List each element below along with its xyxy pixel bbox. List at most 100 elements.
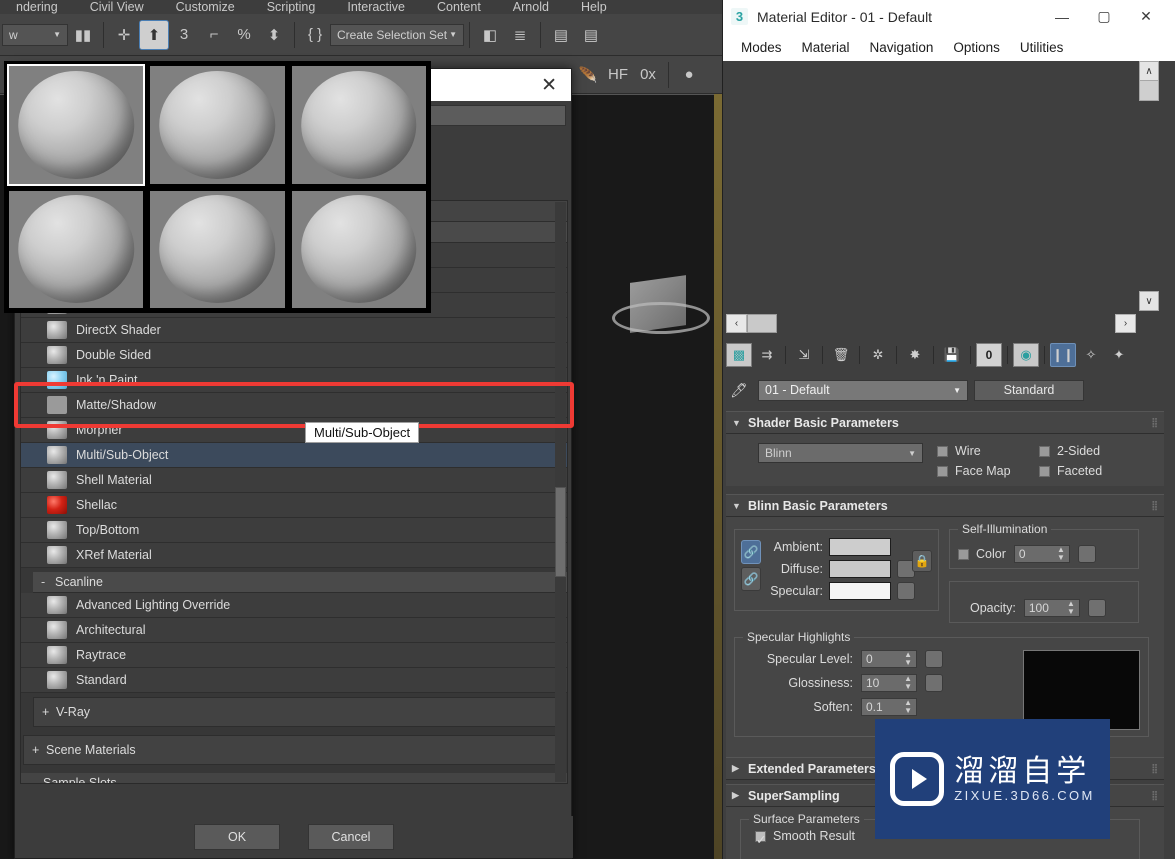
layer-manager-icon[interactable]: ▤ — [546, 20, 576, 50]
menu-item-customize[interactable]: Customize — [160, 1, 251, 14]
link-ambient-diffuse-icon[interactable]: 🔗 — [741, 540, 761, 564]
blinn-basic-parameters-header[interactable]: ▼ Blinn Basic Parameters ⣿ — [726, 494, 1164, 517]
scroll-down-icon[interactable]: ∨ — [1139, 291, 1159, 311]
group-header-sample-slots[interactable]: - Sample Slots — [21, 773, 567, 783]
menu-item-civil-view[interactable]: Civil View — [74, 1, 160, 14]
list-item[interactable]: Shell Material — [21, 468, 567, 493]
make-unique-icon[interactable]: ✸ — [902, 343, 928, 367]
group-header-vray[interactable]: + V-Ray — [33, 697, 563, 727]
specular-color-swatch[interactable] — [829, 582, 891, 600]
hscroll-thumb[interactable] — [747, 314, 777, 333]
browser-scrollbar[interactable] — [555, 202, 566, 782]
minimize-icon[interactable]: — — [1041, 1, 1083, 32]
align-icon[interactable]: ≣ — [505, 20, 535, 50]
spinner-arrows-icon[interactable]: ▲ ▼ — [904, 651, 912, 667]
list-item[interactable]: Ink 'n Paint — [21, 368, 567, 393]
list-item-multi-sub-object[interactable]: Multi/Sub-Object — [21, 443, 567, 468]
list-item[interactable]: Double Sided — [21, 343, 567, 368]
list-item[interactable]: Standard — [21, 668, 567, 693]
move-icon[interactable]: ✛ — [109, 20, 139, 50]
me-menu-navigation[interactable]: Navigation — [860, 40, 944, 55]
list-item[interactable]: Architectural — [21, 618, 567, 643]
checkbox-faceted[interactable]: Faceted — [1039, 464, 1129, 478]
put-to-library-icon[interactable]: 💾 — [939, 343, 965, 367]
link-diffuse-specular-icon[interactable]: 🔗 — [741, 567, 761, 591]
self-illum-spinner[interactable]: 0 ▲ ▼ — [1013, 545, 1070, 563]
checkbox-face-map[interactable]: Face Map — [937, 464, 1027, 478]
rollout-grip[interactable]: ⣿ — [1151, 790, 1159, 801]
angle-snap-icon[interactable]: 3 — [169, 20, 199, 50]
group-header-scanline[interactable]: - Scanline — [33, 572, 567, 593]
sample-slot-5[interactable] — [148, 188, 287, 310]
go-forward-to-sibling-icon[interactable]: ✦ — [1106, 343, 1132, 367]
scroll-left-icon[interactable]: ‹ — [726, 314, 747, 333]
material-effects-channel-icon[interactable]: 0 — [976, 343, 1002, 367]
me-menu-options[interactable]: Options — [943, 40, 1010, 55]
rollout-grip[interactable]: ⣿ — [1151, 500, 1159, 511]
scene-explorer-icon[interactable]: ▤ — [576, 20, 606, 50]
self-illum-map-button[interactable] — [1077, 545, 1096, 563]
reset-map-icon[interactable]: 🗑 — [828, 343, 854, 367]
sample-slot-4[interactable] — [7, 188, 146, 310]
sample-slot-6[interactable] — [289, 188, 428, 310]
opacity-map-button[interactable] — [1087, 598, 1106, 617]
spinner-arrows-icon[interactable]: ▲ ▼ — [1067, 599, 1075, 616]
spinner-arrows-icon[interactable]: ▲ ▼ — [1057, 546, 1065, 562]
sample-slot-2[interactable] — [148, 64, 287, 186]
soften-spinner[interactable]: 0.1 ▲ ▼ — [861, 698, 917, 716]
specular-level-spinner[interactable]: 0 ▲ ▼ — [861, 650, 917, 668]
menu-item-arnold[interactable]: Arnold — [497, 1, 565, 14]
me-menu-utilities[interactable]: Utilities — [1010, 40, 1074, 55]
maximize-icon[interactable]: ▢ — [1083, 1, 1125, 32]
make-material-copy-icon[interactable]: ✲ — [865, 343, 891, 367]
material-name-combo[interactable]: 01 - Default ▼ — [758, 379, 968, 401]
named-selection-icon[interactable]: ⬍ — [259, 20, 289, 50]
spinner-arrows-icon[interactable]: ▲ ▼ — [904, 699, 912, 715]
cancel-button[interactable]: Cancel — [308, 824, 394, 850]
close-icon[interactable]: ✕ — [537, 76, 561, 95]
get-material-icon[interactable]: ▩ — [726, 343, 752, 367]
glossiness-spinner[interactable]: 10 ▲ ▼ — [861, 674, 917, 692]
list-item[interactable]: Raytrace — [21, 643, 567, 668]
menu-item-content[interactable]: Content — [421, 1, 497, 14]
list-item[interactable]: Matte/Shadow — [21, 393, 567, 418]
ambient-color-swatch[interactable] — [829, 538, 891, 556]
hscroll-track[interactable] — [747, 314, 1115, 333]
spinner-snap-icon[interactable]: % — [229, 20, 259, 50]
eyedropper-icon[interactable]: 🖊 — [726, 382, 752, 399]
ok-button[interactable]: OK — [194, 824, 280, 850]
menu-item-help[interactable]: Help — [565, 1, 623, 14]
browser-scrollbar-thumb[interactable] — [555, 487, 566, 577]
scroll-up-icon[interactable]: ∧ — [1139, 61, 1159, 81]
list-item[interactable]: Top/Bottom — [21, 518, 567, 543]
slots-vertical-scrollbar[interactable]: ∧ ∨ — [1139, 61, 1159, 313]
glossiness-map-button[interactable] — [925, 674, 943, 692]
menu-item-rendering[interactable]: ndering — [0, 1, 74, 14]
view-combo[interactable]: w ▼ — [2, 23, 68, 46]
expand-toggle-icon[interactable]: - — [29, 776, 43, 783]
show-end-result-icon[interactable]: ❙❙ — [1050, 343, 1076, 367]
menu-item-interactive[interactable]: Interactive — [331, 1, 421, 14]
menu-item-scripting[interactable]: Scripting — [251, 1, 332, 14]
self-illum-color-checkbox[interactable]: Color — [958, 547, 1006, 561]
put-material-to-scene-icon[interactable]: ⇉ — [754, 343, 780, 367]
list-item[interactable]: XRef Material — [21, 543, 567, 568]
material-ball-icon[interactable]: ● — [674, 60, 704, 90]
hair-fur-icon[interactable]: 🪶 — [573, 60, 603, 90]
0x-icon[interactable]: 0x — [633, 60, 663, 90]
rollout-grip[interactable]: ⣿ — [1151, 763, 1159, 774]
list-item[interactable]: DirectX Shader — [21, 318, 567, 343]
edit-named-selection-icon[interactable]: { } — [300, 20, 330, 50]
snap-toggle-icon[interactable]: ▮▮ — [68, 20, 98, 50]
opacity-spinner[interactable]: 100 ▲ ▼ — [1023, 598, 1080, 617]
material-editor-titlebar[interactable]: 3 Material Editor - 01 - Default — ▢ ✕ — [723, 0, 1175, 33]
me-menu-material[interactable]: Material — [792, 40, 860, 55]
scroll-right-icon[interactable]: › — [1115, 314, 1136, 333]
material-type-button[interactable]: Standard — [974, 379, 1084, 401]
percent-snap-icon[interactable]: ⌐ — [199, 20, 229, 50]
slots-scroll-thumb[interactable] — [1139, 81, 1159, 101]
me-menu-modes[interactable]: Modes — [731, 40, 792, 55]
diffuse-color-swatch[interactable] — [829, 560, 891, 578]
close-icon[interactable]: ✕ — [1125, 1, 1167, 32]
list-item[interactable]: Morpher — [21, 418, 567, 443]
